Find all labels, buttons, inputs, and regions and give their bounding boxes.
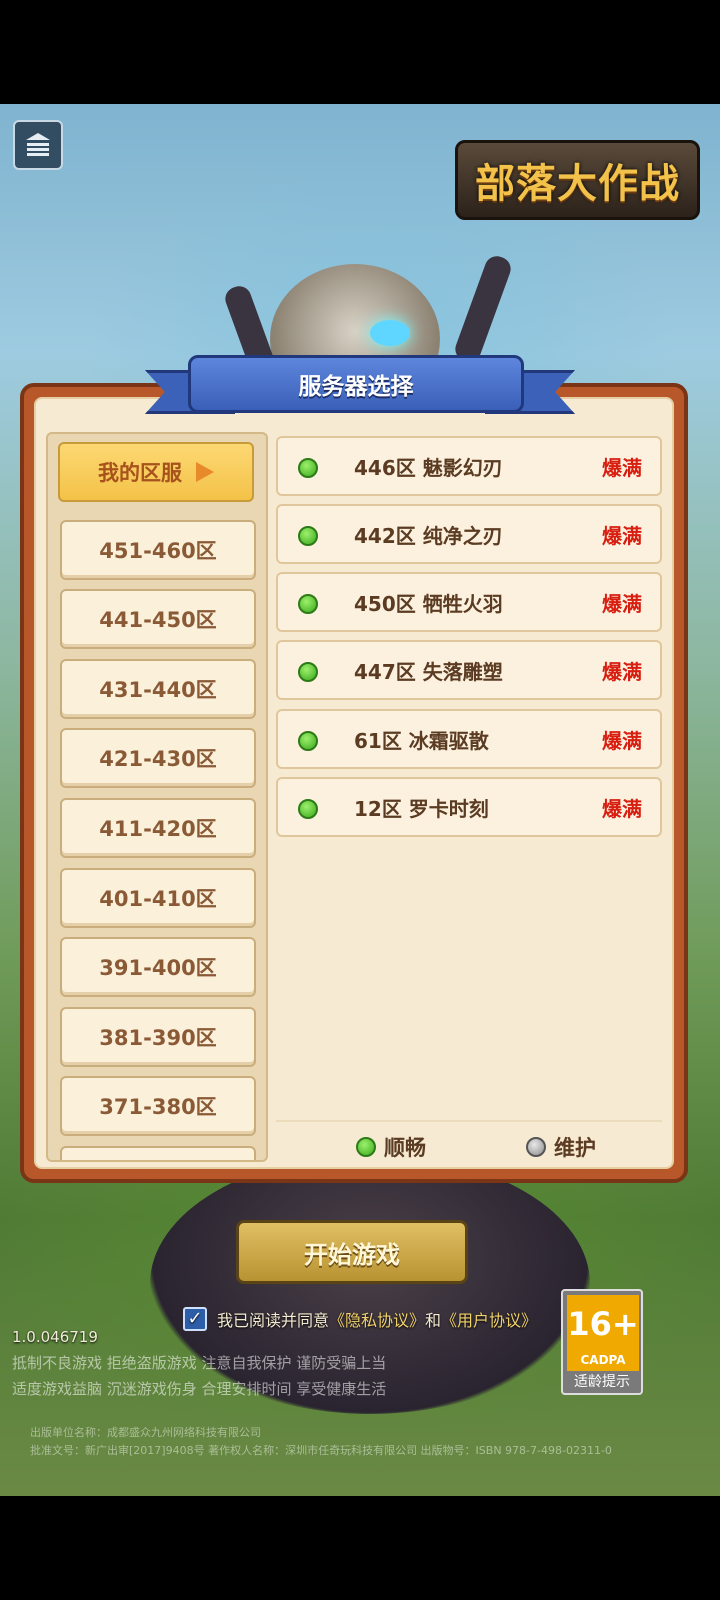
range-tab[interactable]: 451-460区 [60, 520, 256, 580]
menu-button[interactable] [13, 120, 63, 170]
server-row[interactable]: 61区 冰霜驱散 爆满 [276, 709, 662, 769]
server-status: 爆满 [602, 660, 642, 684]
start-game-button[interactable]: 开始游戏 [236, 1220, 468, 1284]
server-name: 12区 罗卡时刻 [354, 797, 489, 821]
play-arrow-icon [196, 462, 214, 482]
range-tab[interactable]: 411-420区 [60, 798, 256, 858]
green-dot-icon [356, 1137, 376, 1157]
status-green-dot-icon [298, 799, 318, 819]
status-green-dot-icon [298, 526, 318, 546]
age-rating-badge[interactable]: 16+ CADPA 适龄提示 [561, 1289, 643, 1395]
server-name: 447区 失落雕塑 [354, 660, 503, 684]
server-row[interactable]: 447区 失落雕塑 爆满 [276, 640, 662, 700]
rating-org: CADPA [567, 1353, 639, 1371]
server-status: 爆满 [602, 797, 642, 821]
game-logo: 部落大作战 [455, 140, 700, 220]
server-status: 爆满 [602, 456, 642, 480]
gray-dot-icon [526, 1137, 546, 1157]
status-legend: 顺畅 维护 [276, 1120, 662, 1170]
publisher-line: 出版单位名称：成都盛众九州网络科技有限公司 [30, 1426, 261, 1439]
publisher-line: 批准文号：新广出审[2017]9408号 著作权人名称：深圳市任奇玩科技有限公司… [30, 1444, 612, 1457]
health-notice-line: 抵制不良游戏 拒绝盗版游戏 注意自我保护 谨防受骗上当 [12, 1354, 387, 1372]
warrior-character-art [150, 1154, 590, 1414]
agreement-and: 和 [425, 1311, 442, 1330]
server-row[interactable]: 450区 牺牲火羽 爆满 [276, 572, 662, 632]
server-name: 61区 冰霜驱散 [354, 729, 489, 753]
legend-smooth: 顺畅 [356, 1132, 426, 1162]
status-green-dot-icon [298, 731, 318, 751]
age-tip-label: 适龄提示 [574, 1374, 630, 1390]
age-number: 16+ [567, 1295, 639, 1353]
dialog-title: 服务器选择 [188, 355, 524, 413]
range-tab[interactable]: 381-390区 [60, 1007, 256, 1067]
range-tab[interactable]: 391-400区 [60, 937, 256, 997]
agreement-prefix: 我已阅读并同意 [217, 1311, 330, 1330]
user-agreement-link[interactable]: 《用户协议》 [441, 1307, 537, 1331]
legend-maintenance-label: 维护 [554, 1136, 596, 1160]
my-zone-tab[interactable]: 我的区服 [58, 442, 254, 502]
privacy-link[interactable]: 《隐私协议》 [329, 1307, 425, 1331]
server-status: 爆满 [602, 592, 642, 616]
server-name: 446区 魅影幻刃 [354, 456, 503, 480]
menu-icon [26, 133, 50, 156]
server-row[interactable]: 446区 魅影幻刃 爆满 [276, 436, 662, 496]
server-name: 442区 纯净之刃 [354, 524, 503, 548]
legend-smooth-label: 顺畅 [384, 1136, 426, 1160]
range-tab[interactable]: 441-450区 [60, 589, 256, 649]
server-row[interactable]: 12区 罗卡时刻 爆满 [276, 777, 662, 837]
range-tab[interactable]: 401-410区 [60, 868, 256, 928]
legend-maintenance: 维护 [526, 1132, 596, 1162]
status-green-dot-icon [298, 662, 318, 682]
zone-range-list[interactable]: 我的区服 451-460区 441-450区 431-440区 421-430区… [46, 432, 268, 1162]
range-tab-partial[interactable] [60, 1146, 256, 1160]
server-status: 爆满 [602, 524, 642, 548]
status-green-dot-icon [298, 594, 318, 614]
status-green-dot-icon [298, 458, 318, 478]
glowing-eye [370, 320, 410, 346]
agreement-checkbox[interactable]: ✓ [183, 1307, 207, 1331]
health-notice-line: 适度游戏益脑 沉迷游戏伤身 合理安排时间 享受健康生活 [12, 1380, 387, 1398]
server-name: 450区 牺牲火羽 [354, 592, 503, 616]
version-label: 1.0.046719 [12, 1328, 98, 1346]
server-status: 爆满 [602, 729, 642, 753]
my-zone-label: 我的区服 [98, 461, 182, 485]
agreement-row: ✓ 我已阅读并同意 《隐私协议》 和 《用户协议》 [183, 1307, 537, 1331]
horn-decoration [451, 252, 515, 366]
range-tab[interactable]: 371-380区 [60, 1076, 256, 1136]
range-tab[interactable]: 421-430区 [60, 728, 256, 788]
range-tab[interactable]: 431-440区 [60, 659, 256, 719]
server-row[interactable]: 442区 纯净之刃 爆满 [276, 504, 662, 564]
